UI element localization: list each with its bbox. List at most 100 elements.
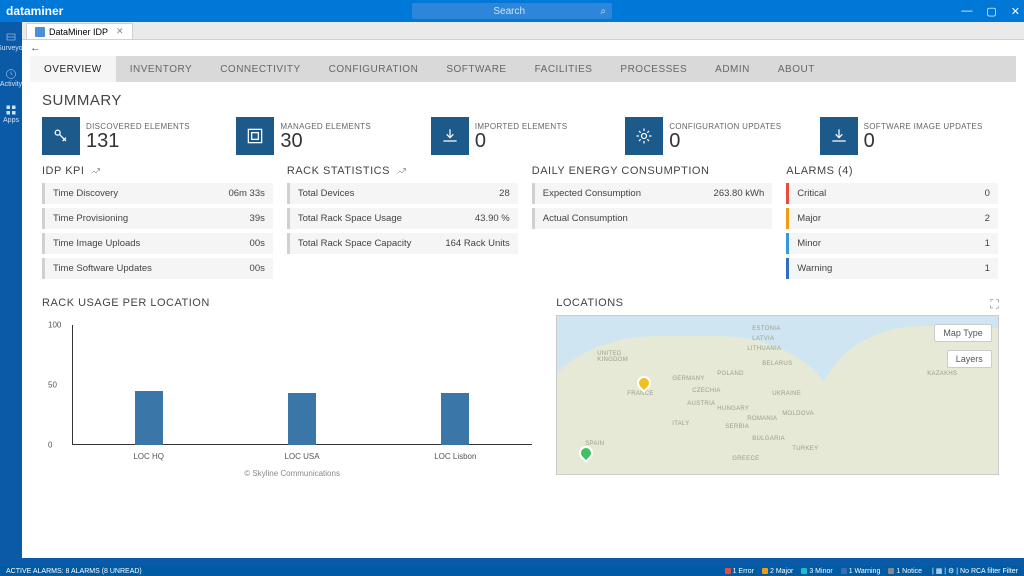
sidebar-item-apps[interactable]: Apps <box>0 102 22 126</box>
search-box[interactable]: Search ⌕ <box>412 3 612 19</box>
tab-connectivity[interactable]: CONNECTIVITY <box>206 56 314 82</box>
chart-y-tick: 0 <box>48 441 52 450</box>
window-close-button[interactable]: ✕ <box>1011 5 1020 18</box>
map-type-button[interactable]: Map Type <box>934 324 991 342</box>
list-row: Warning1 <box>786 258 998 279</box>
summary-card: MANAGED ELEMENTS30 <box>236 117 420 155</box>
list-row: Total Devices 28 <box>287 183 518 204</box>
card-icon <box>625 117 663 155</box>
card-icon <box>820 117 858 155</box>
alarm-count-item: 2 Major <box>762 568 793 575</box>
app-title: dataminer <box>0 4 63 18</box>
window-minimize-button[interactable]: — <box>961 5 972 18</box>
tab-configuration[interactable]: CONFIGURATION <box>315 56 433 82</box>
tab-label: DataMiner IDP <box>49 27 108 37</box>
chart-y-tick: 50 <box>48 381 57 390</box>
tab-about[interactable]: ABOUT <box>764 56 829 82</box>
panel-title: ALARMS (4) <box>786 165 853 177</box>
card-icon <box>42 117 80 155</box>
card-icon <box>236 117 274 155</box>
summary-card: IMPORTED ELEMENTS0 <box>431 117 615 155</box>
tab-facilities[interactable]: FACILITIES <box>521 56 607 82</box>
expand-icon[interactable]: ⛶ <box>990 297 998 312</box>
row-value: 0 <box>985 188 990 199</box>
row-key: Critical <box>797 188 826 199</box>
row-value: 164 Rack Units <box>445 238 509 249</box>
copyright-text: © Skyline Communications <box>42 469 542 478</box>
back-button[interactable]: ← <box>22 40 1024 56</box>
alarm-counts: 1 Error2 Major3 Minor1 Warning1 Notice |… <box>725 567 1018 575</box>
footer: ACTIVE ALARMS: 8 ALARMS (8 UNREAD) 1 Err… <box>0 558 1024 576</box>
rack-usage-chart: 050100LOC HQLOC USALOC Lisbon <box>42 315 542 465</box>
chart-x-tick: LOC Lisbon <box>434 452 476 461</box>
row-key: Warning <box>797 263 832 274</box>
nav-tabs: OVERVIEWINVENTORYCONNECTIVITYCONFIGURATI… <box>30 56 1016 82</box>
tab-software[interactable]: SOFTWARE <box>432 56 520 82</box>
list-row: Minor1 <box>786 233 998 254</box>
row-key: Total Rack Space Capacity <box>298 238 412 249</box>
row-value: 00s <box>250 263 265 274</box>
row-value: 43.90 % <box>475 213 510 224</box>
list-row: Total Rack Space Capacity 164 Rack Units <box>287 233 518 254</box>
alarms-list: Critical 0 Major2 Minor1 Warning1 <box>786 183 998 279</box>
chart-bar <box>135 391 163 445</box>
chart-icon <box>396 165 408 177</box>
list-row: Time Software Updates 00s <box>42 258 273 279</box>
list-row: Expected Consumption263.80 kWh <box>532 183 773 204</box>
tab-close-icon[interactable]: ✕ <box>116 26 124 37</box>
footer-right: | ▦ | ⚙ | No RCA filter Filter <box>930 567 1018 575</box>
row-value: 28 <box>499 188 510 199</box>
window-maximize-button[interactable]: ▢ <box>986 5 996 18</box>
row-key: Time Discovery <box>53 188 118 199</box>
map-layers-button[interactable]: Layers <box>947 350 992 368</box>
title-bar: dataminer Search ⌕ — ▢ ✕ <box>0 0 1024 22</box>
list-row: Major2 <box>786 208 998 229</box>
row-key: Total Devices <box>298 188 355 199</box>
chart-bar <box>288 393 316 445</box>
list-row: Critical 0 <box>786 183 998 204</box>
list-row: Time Discovery06m 33s <box>42 183 273 204</box>
summary-card: SOFTWARE IMAGE UPDATES0 <box>820 117 1004 155</box>
chart-x-tick: LOC USA <box>284 452 319 461</box>
list-row: Actual Consumption <box>532 208 773 229</box>
chart-x-tick: LOC HQ <box>133 452 164 461</box>
card-label: IMPORTED ELEMENTS <box>475 122 568 131</box>
alarm-count-item: 1 Warning <box>841 568 881 575</box>
panel-rack-statistics: RACK STATISTICS Total Devices28Total Rac… <box>287 165 518 283</box>
summary-card: CONFIGURATION UPDATES0 <box>625 117 809 155</box>
sidebar-item-surveyor[interactable]: Surveyor <box>0 30 22 54</box>
sidebar-label: Activity <box>0 81 22 88</box>
chart-icon <box>90 165 102 177</box>
tab-processes[interactable]: PROCESSES <box>606 56 701 82</box>
list-row: Time Image Uploads00s <box>42 233 273 254</box>
tab-overview[interactable]: OVERVIEW <box>30 56 116 82</box>
row-value: 263.80 kWh <box>714 188 765 199</box>
panel-title: LOCATIONS <box>556 297 623 309</box>
panel-idp-kpi: IDP KPI Time Discovery06m 33sTime Provis… <box>42 165 273 283</box>
panel-title: IDP KPI <box>42 165 84 177</box>
card-icon <box>431 117 469 155</box>
tab-icon <box>35 27 45 37</box>
tab-admin[interactable]: ADMIN <box>701 56 764 82</box>
row-value: 00s <box>250 238 265 249</box>
activity-icon <box>5 68 17 80</box>
panel-title: DAILY ENERGY CONSUMPTION <box>532 165 710 177</box>
summary-title: SUMMARY <box>42 92 1004 109</box>
row-key: Time Software Updates <box>53 263 152 274</box>
kpi-list: Time Discovery06m 33sTime Provisioning39… <box>42 183 273 279</box>
row-value: 2 <box>985 213 990 224</box>
panel-locations: LOCATIONS ⛶ UNITEDKINGDOM FRANCE SPAIN G… <box>556 297 999 478</box>
search-placeholder: Search <box>418 6 600 17</box>
surveyor-icon <box>5 32 17 44</box>
alarm-count-item: 1 Error <box>725 568 754 575</box>
document-tab-strip: DataMiner IDP ✕ <box>22 22 1024 40</box>
locations-map[interactable]: UNITEDKINGDOM FRANCE SPAIN GERMANY POLAN… <box>556 315 999 475</box>
alarm-bar[interactable]: ACTIVE ALARMS: 8 ALARMS (8 UNREAD) 1 Err… <box>0 566 1024 576</box>
panel-rack-usage-chart: RACK USAGE PER LOCATION 050100LOC HQLOC … <box>42 297 542 478</box>
card-value: 0 <box>669 131 781 151</box>
document-tab[interactable]: DataMiner IDP ✕ <box>26 23 133 39</box>
card-value: 0 <box>475 131 568 151</box>
sidebar-item-activity[interactable]: Activity <box>0 66 22 90</box>
tab-inventory[interactable]: INVENTORY <box>116 56 206 82</box>
left-sidebar: Surveyor Activity Apps <box>0 22 22 576</box>
